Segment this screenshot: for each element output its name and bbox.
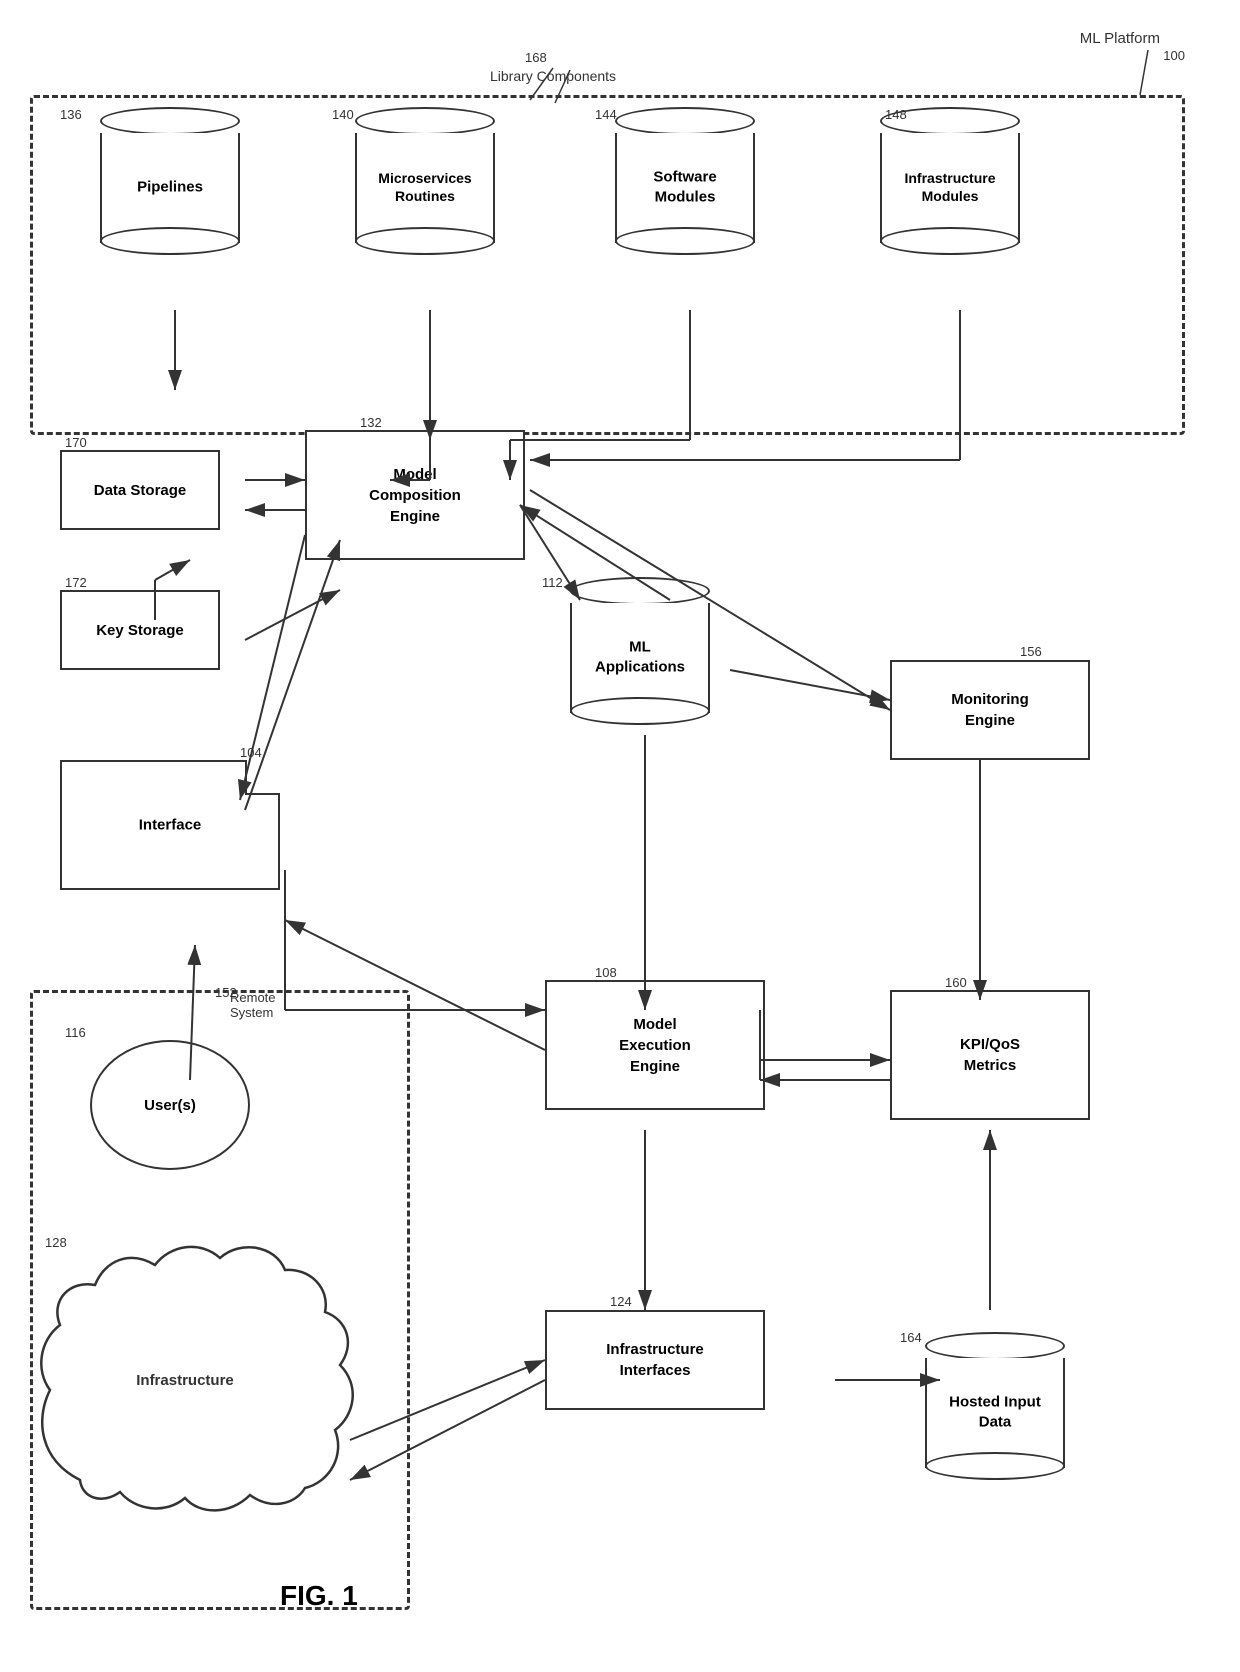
figure-label: FIG. 1 [280,1580,358,1612]
key-storage-label: Key Storage [96,620,184,641]
library-ref: 168 [525,50,547,65]
infra-interfaces-ref: 124 [610,1294,632,1309]
ml-apps-top [570,577,710,605]
model-execution-ref: 108 [595,965,617,980]
pipelines-label: Pipelines [102,177,238,197]
ml-apps-label: MLApplications [572,638,708,677]
hosted-input-top [925,1332,1065,1360]
software-modules-top [615,107,755,135]
infra-modules-cylinder: InfrastructureModules [880,105,1020,243]
interface-dogear-border [245,760,280,795]
pipelines-cylinder: Pipelines [100,105,240,243]
hosted-input-body: Hosted InputData [925,1358,1065,1468]
ml-applications-cylinder: MLApplications [570,575,710,713]
data-storage-ref: 170 [65,435,87,450]
diagram: ML Platform 100 Library Components 168 [0,0,1240,1672]
infra-interfaces-box: InfrastructureInterfaces [545,1310,765,1410]
data-storage-box: Data Storage [60,450,220,530]
platform-label: ML Platform [1080,30,1160,47]
model-execution-label: ModelExecutionEngine [619,1014,691,1077]
library-label: Library Components [490,68,616,84]
hosted-input-bottom [925,1452,1065,1480]
microservices-ref: 140 [332,107,354,122]
hosted-input-cylinder: Hosted InputData [925,1330,1065,1468]
interface-label: Interface [139,817,202,834]
software-modules-cylinder: SoftwareModules [615,105,755,243]
pipelines-cylinder-top [100,107,240,135]
hosted-input-label: Hosted InputData [927,1393,1063,1432]
pipelines-bottom [100,227,240,255]
monitoring-engine-ref: 156 [1020,644,1042,659]
software-modules-body: SoftwareModules [615,133,755,243]
microservices-cylinder-top [355,107,495,135]
ml-apps-bottom [570,697,710,725]
remote-system-ref: 152 [215,985,237,1000]
interface-ref: 104 [240,745,262,760]
microservices-cylinder-body: MicroservicesRoutines [355,133,495,243]
software-modules-bottom [615,227,755,255]
kpi-qos-box: KPI/QoSMetrics [890,990,1090,1120]
infra-modules-bottom [880,227,1020,255]
pipelines-ref: 136 [60,107,82,122]
microservices-bottom [355,227,495,255]
remote-system-label: RemoteSystem [230,990,276,1020]
infra-modules-body: InfrastructureModules [880,133,1020,243]
kpi-qos-label: KPI/QoSMetrics [960,1034,1020,1076]
pipelines-cylinder-body: Pipelines [100,133,240,243]
infrastructure-svg: Infrastructure [30,1230,360,1530]
model-composition-label: ModelCompositionEngine [369,464,461,527]
model-composition-box: ModelCompositionEngine [305,430,525,560]
monitoring-engine-label: MonitoringEngine [951,689,1028,731]
microservices-cylinder: MicroservicesRoutines [355,105,495,243]
kpi-qos-ref: 160 [945,975,967,990]
monitoring-engine-box: MonitoringEngine [890,660,1090,760]
infra-interfaces-label: InfrastructureInterfaces [606,1339,704,1381]
svg-text:Infrastructure: Infrastructure [136,1372,234,1389]
ml-apps-ref: 112 [542,575,563,590]
key-storage-ref: 172 [65,575,87,590]
model-composition-ref: 132 [360,415,382,430]
data-storage-label: Data Storage [94,480,187,501]
ml-apps-body: MLApplications [570,603,710,713]
interface-container: Interface [60,760,280,890]
infra-modules-label: InfrastructureModules [882,169,1018,205]
key-storage-box: Key Storage [60,590,220,670]
model-execution-box: ModelExecutionEngine [545,980,765,1110]
infra-modules-ref: 148 [885,107,907,122]
platform-ref: 100 [1163,48,1185,63]
microservices-label: MicroservicesRoutines [357,169,493,205]
infra-ref: 128 [45,1235,67,1250]
software-modules-ref: 144 [595,107,617,122]
users-label: User(s) [144,1097,196,1114]
software-modules-label: SoftwareModules [617,168,753,207]
users-ref: 116 [65,1025,86,1040]
hosted-input-ref: 164 [900,1330,922,1345]
users-circle: User(s) [90,1040,250,1170]
